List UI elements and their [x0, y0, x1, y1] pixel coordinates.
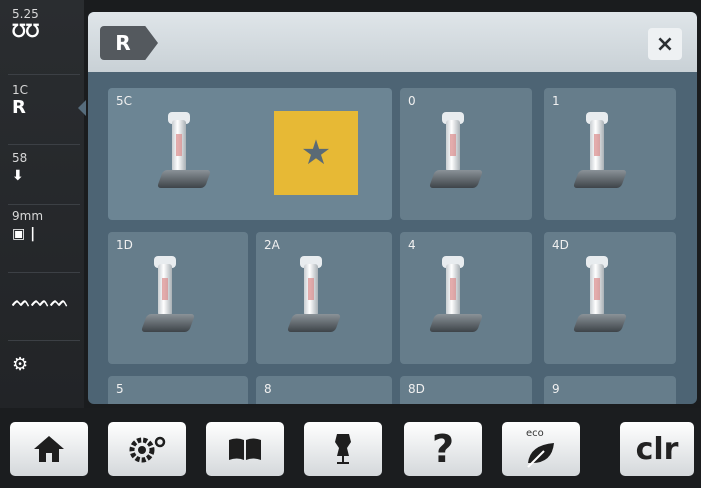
foot-code: 5: [116, 382, 124, 396]
stitch-plate-value: 9mm: [12, 209, 44, 223]
zigzag-icon: ᨓᨓᨓ: [12, 291, 70, 310]
presser-foot-panel: R × 5C ★ 0 1 1D 2A 4 4D 5 8 8D 9: [88, 12, 697, 404]
needle-position-icon: ⬇︎: [12, 168, 24, 184]
foot-tile-4[interactable]: 4: [400, 232, 532, 364]
bobbin-item[interactable]: ⚙: [0, 354, 84, 375]
foot-code: 1: [552, 94, 560, 108]
foot-code: 4D: [552, 238, 569, 252]
foot-code: 4: [408, 238, 416, 252]
divider: [8, 272, 80, 273]
foot-code: 2A: [264, 238, 280, 252]
divider: [8, 74, 80, 75]
foot-tile-8d[interactable]: 8D: [400, 376, 532, 404]
presser-foot-tab[interactable]: R: [100, 26, 158, 60]
foot-tile-4d[interactable]: 4D: [544, 232, 676, 364]
foot-tile-8[interactable]: 8: [256, 376, 392, 404]
foot-tile-1[interactable]: 1: [544, 88, 676, 220]
foot-tile-9[interactable]: 9: [544, 376, 676, 404]
foot-code: 1D: [116, 238, 133, 252]
divider: [8, 144, 80, 145]
foot-code: 8D: [408, 382, 425, 396]
selection-caret: [78, 100, 86, 116]
clear-button[interactable]: clr: [620, 422, 694, 476]
foot-tile-2a[interactable]: 2A: [256, 232, 392, 364]
foot-tile-5[interactable]: 5: [108, 376, 248, 404]
divider: [8, 340, 80, 341]
help-button[interactable]: ?: [404, 422, 482, 476]
bottom-toolbar: ? eco clr: [0, 408, 701, 488]
divider: [8, 204, 80, 205]
eco-label: eco: [526, 428, 544, 439]
presser-foot-grid: 5C ★ 0 1 1D 2A 4 4D 5 8 8D 9: [96, 80, 689, 404]
bobbin-icon: ⚙: [12, 354, 29, 375]
close-button[interactable]: ×: [648, 28, 682, 60]
status-sidebar: 5.25 ᘮᘮ 1C R 58 ⬇︎ 9mm ▣ | ᨓᨓᨓ ⚙: [0, 0, 86, 408]
star-icon: ★: [300, 133, 332, 173]
stitch-width-icon: ᘮᘮ: [12, 21, 40, 42]
setup-button[interactable]: [108, 422, 186, 476]
foot-tile-0[interactable]: 0: [400, 88, 532, 220]
zigzag-item[interactable]: ᨓᨓᨓ: [0, 290, 84, 311]
presser-foot-item[interactable]: 1C R: [0, 84, 84, 118]
needle-position-item[interactable]: 58 ⬇︎: [0, 152, 84, 186]
sewing-guide-button[interactable]: [304, 422, 382, 476]
favorite-button[interactable]: ★: [274, 111, 358, 195]
foot-code: 8: [264, 382, 272, 396]
stitch-plate-item[interactable]: 9mm ▣ |: [0, 210, 84, 244]
home-icon: [34, 436, 64, 462]
stitch-width-value: 5.25: [12, 7, 39, 21]
stitch-width-item[interactable]: 5.25 ᘮᘮ: [0, 8, 84, 42]
needle-position-value: 58: [12, 151, 28, 165]
foot-tile-5c[interactable]: 5C ★: [108, 88, 392, 220]
presser-foot-value: 1C: [12, 83, 29, 97]
tutorial-button[interactable]: [206, 422, 284, 476]
foot-code: 5C: [116, 94, 133, 108]
presser-foot-tab-icon: R: [115, 31, 131, 55]
eco-button[interactable]: eco: [502, 422, 580, 476]
foot-code: 0: [408, 94, 416, 108]
home-button[interactable]: [10, 422, 88, 476]
stitch-plate-icon: ▣ |: [12, 226, 36, 242]
panel-header: R ×: [88, 12, 697, 72]
leaf-icon: [527, 443, 554, 468]
presser-foot-icon: R: [12, 97, 26, 118]
dress-form-icon: [335, 434, 351, 464]
foot-code: 9: [552, 382, 560, 396]
foot-tile-1d[interactable]: 1D: [108, 232, 248, 364]
settings-icon: [129, 436, 166, 463]
book-icon: [229, 438, 261, 460]
